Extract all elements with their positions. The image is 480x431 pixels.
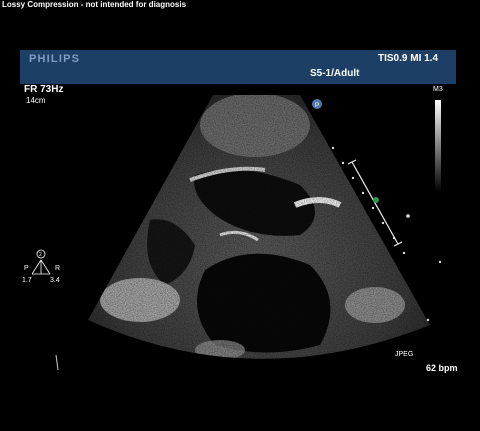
- probe-preset: S5-1/Adult: [310, 68, 360, 79]
- orientation-top-label: 2: [39, 252, 42, 258]
- orientation-right-value: 3.4: [50, 277, 60, 284]
- orientation-triangle-icon: 2 P R 1.7 3.4: [22, 249, 60, 284]
- orientation-right-label: R: [55, 265, 60, 272]
- svg-text:P: P: [315, 103, 319, 109]
- compression-notice: Lossy Compression - not intended for dia…: [2, 0, 187, 9]
- format-label: JPEG: [395, 351, 414, 358]
- frame-rate: FR 73Hz: [24, 84, 64, 95]
- orientation-icon: 2 P R 1.7 3.4: [22, 248, 72, 288]
- orientation-left-label: P: [24, 265, 29, 272]
- orientation-left-value: 1.7: [22, 277, 32, 284]
- brand-logo: PHILIPS: [29, 53, 81, 65]
- depth-readout: 14cm: [26, 96, 46, 105]
- header-bar: PHILIPS TIS0.9 MI 1.4 S5-1/Adult: [20, 50, 456, 84]
- grayscale-bar: [435, 100, 441, 192]
- heart-rate: 62 bpm: [426, 363, 458, 373]
- tis-mi-readout: TIS0.9 MI 1.4: [378, 53, 439, 64]
- grayscale-map-label: M3: [433, 86, 443, 93]
